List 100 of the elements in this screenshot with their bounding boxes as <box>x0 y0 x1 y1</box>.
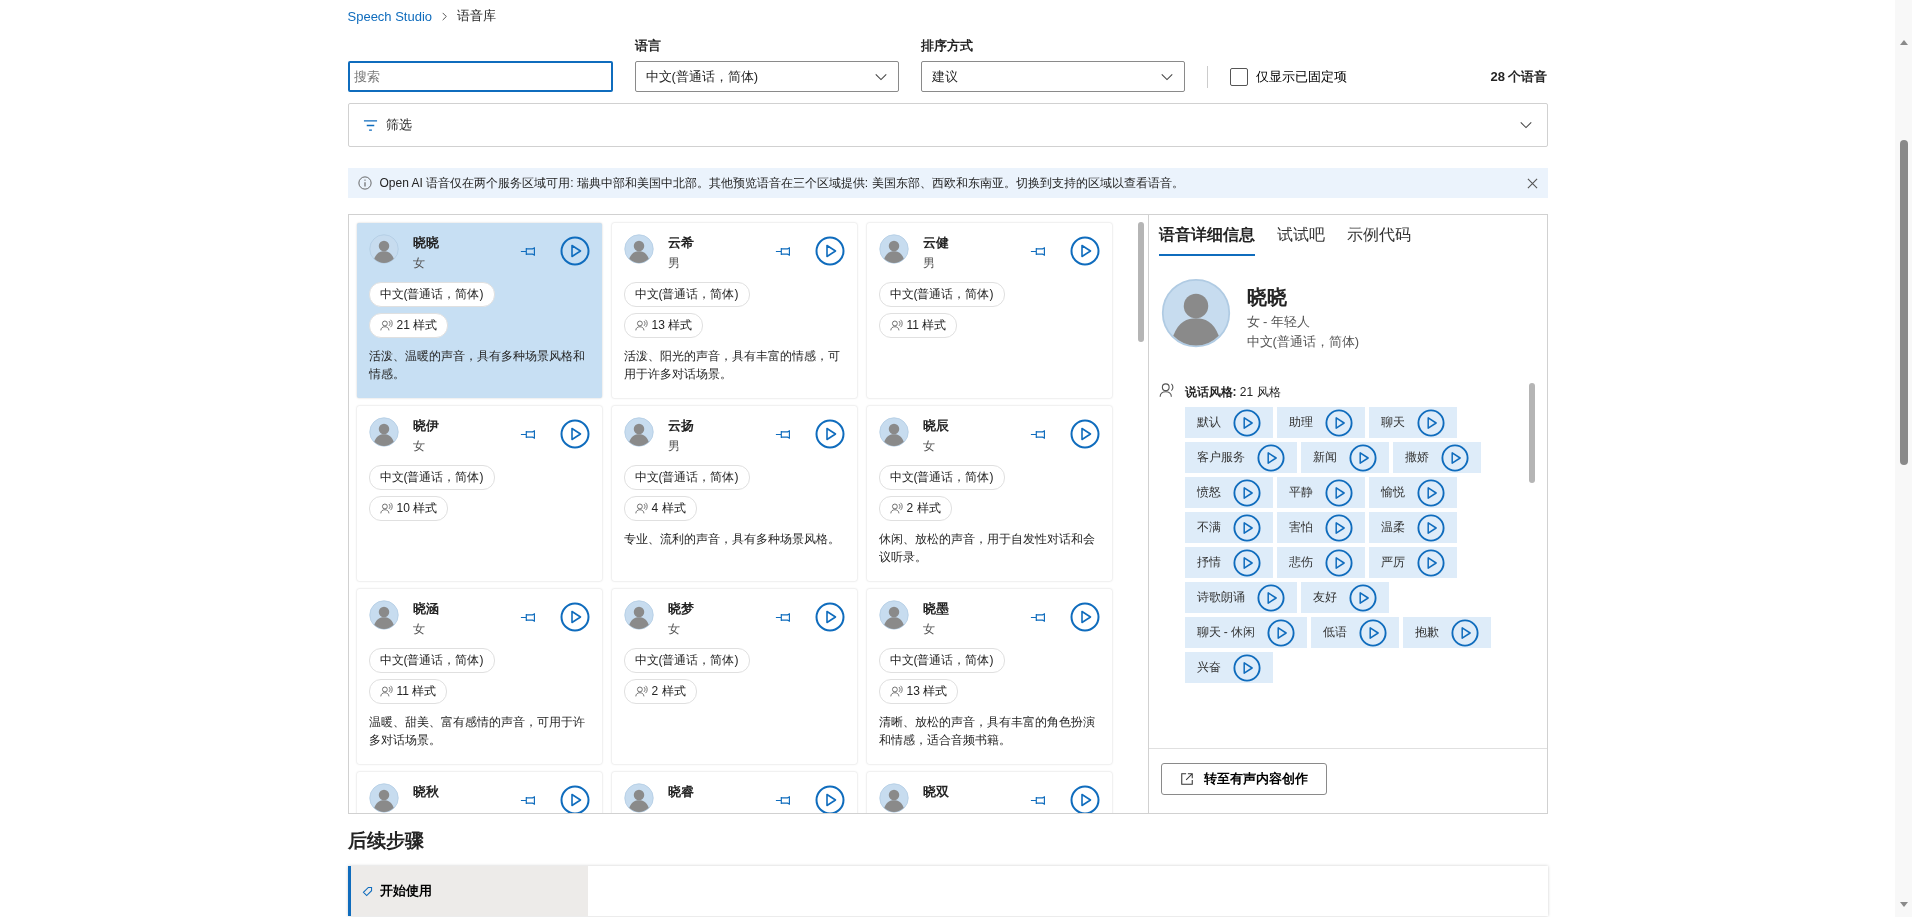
voice-name: 晓梦 <box>667 600 694 618</box>
pin-icon[interactable] <box>1029 246 1048 257</box>
pin-icon[interactable] <box>1029 429 1048 440</box>
voice-card[interactable]: 晓辰 女 中文(普通话，简体) 2 样式 休闲、放松的声音，用于自发性对话和会议听录。 <box>866 406 1112 581</box>
style-chip[interactable]: 害怕 <box>1276 512 1365 543</box>
voice-card[interactable]: 云希 男 中文(普通话，简体) 13 样式 活泼、阳光的声音，具有丰富的情感，可用于许多对话场景。 <box>611 223 857 398</box>
pin-icon[interactable] <box>774 612 793 623</box>
voice-card[interactable]: 晓双 <box>866 772 1112 813</box>
style-chip[interactable]: 愉悦 <box>1368 477 1457 508</box>
language-tag: 中文(普通话，简体) <box>368 465 495 490</box>
play-button[interactable] <box>1069 236 1100 266</box>
play-icon <box>1348 443 1377 472</box>
style-chip[interactable]: 聊天 - 休闲 <box>1184 617 1308 648</box>
style-chip[interactable]: 愤怒 <box>1184 477 1273 508</box>
voice-description: 活泼、温暖的声音，具有多种场景风格和情感。 <box>368 348 586 383</box>
style-chip[interactable]: 不满 <box>1184 512 1273 543</box>
pin-icon[interactable] <box>774 246 793 257</box>
play-button[interactable] <box>1069 785 1100 813</box>
pin-icon[interactable] <box>519 246 538 257</box>
avatar-icon <box>368 783 399 813</box>
play-button[interactable] <box>814 602 845 632</box>
pin-icon[interactable] <box>1029 795 1048 806</box>
styles-scrollbar[interactable] <box>1528 383 1535 483</box>
style-chip[interactable]: 助理 <box>1276 407 1365 438</box>
voice-card[interactable]: 晓睿 <box>611 772 857 813</box>
style-chip[interactable]: 抒情 <box>1184 547 1273 578</box>
create-content-button[interactable]: 转至有声内容创作 <box>1160 763 1327 795</box>
filter-panel[interactable]: 筛选 <box>347 103 1548 147</box>
pin-icon[interactable] <box>1029 612 1048 623</box>
style-chip[interactable]: 新闻 <box>1300 442 1389 473</box>
style-chip[interactable]: 抱歉 <box>1403 617 1492 648</box>
play-button[interactable] <box>559 236 590 266</box>
panel-tab[interactable]: 语音详细信息 <box>1158 225 1255 256</box>
voice-name: 云扬 <box>667 417 694 435</box>
style-chip[interactable]: 悲伤 <box>1276 547 1365 578</box>
avatar-icon <box>878 783 909 813</box>
voice-card[interactable]: 晓秋 <box>356 772 602 813</box>
language-dropdown[interactable]: 中文(普通话，简体) <box>634 61 899 92</box>
voice-name: 云健 <box>922 234 949 252</box>
voice-count: 28 个语音 <box>1490 68 1548 86</box>
voice-card[interactable]: 云扬 男 中文(普通话，简体) 4 样式 专业、流利的声音，具有多种场景风格。 <box>611 406 857 581</box>
avatar-icon <box>1160 278 1231 348</box>
steps-tab[interactable]: 开始使用 <box>347 866 588 916</box>
avatar-icon <box>878 234 909 264</box>
pin-icon[interactable] <box>774 429 793 440</box>
style-chip[interactable]: 诗歌朗诵 <box>1184 582 1297 613</box>
play-icon <box>1232 513 1261 542</box>
voice-card[interactable]: 晓梦 女 中文(普通话，简体) 2 样式 <box>611 589 857 764</box>
close-icon[interactable] <box>1526 177 1538 189</box>
voice-name: 晓秋 <box>412 783 439 801</box>
play-icon <box>1232 653 1261 682</box>
play-icon <box>1256 443 1285 472</box>
style-chip[interactable]: 默认 <box>1184 407 1273 438</box>
play-button[interactable] <box>559 419 590 449</box>
style-chip[interactable]: 聊天 <box>1368 407 1457 438</box>
search-field[interactable]: 搜索 <box>347 61 613 92</box>
play-button[interactable] <box>559 602 590 632</box>
pin-icon[interactable] <box>774 795 793 806</box>
voice-description: 活泼、阳光的声音，具有丰富的情感，可用于许多对话场景。 <box>623 348 841 383</box>
style-chip[interactable]: 平静 <box>1276 477 1365 508</box>
voice-name: 晓睿 <box>667 783 694 801</box>
panel-tab[interactable]: 试试吧 <box>1276 225 1325 256</box>
play-button[interactable] <box>814 419 845 449</box>
style-chip[interactable]: 客户服务 <box>1184 442 1297 473</box>
voice-card[interactable]: 晓伊 女 中文(普通话，简体) 10 样式 <box>356 406 602 581</box>
voice-card[interactable]: 晓涵 女 中文(普通话，简体) 11 样式 温暖、甜美、富有感情的声音，可用于许多对话场景。 <box>356 589 602 764</box>
style-chip[interactable]: 兴奋 <box>1184 652 1273 683</box>
voice-card[interactable]: 晓墨 女 中文(普通话，简体) 13 样式 清晰、放松的声音，具有丰富的角色扮演和情感，适合音频书籍。 <box>866 589 1112 764</box>
style-chip[interactable]: 温柔 <box>1368 512 1457 543</box>
style-chip[interactable]: 友好 <box>1300 582 1389 613</box>
cards-scrollbar[interactable] <box>1137 222 1144 342</box>
pin-icon[interactable] <box>519 795 538 806</box>
play-button[interactable] <box>1069 602 1100 632</box>
voice-card[interactable]: 云健 男 中文(普通话，简体) 11 样式 <box>866 223 1112 398</box>
styles-heading: 说话风格: 21 风格 <box>1184 384 1282 401</box>
language-tag: 中文(普通话，简体) <box>368 648 495 673</box>
avatar-icon <box>368 600 399 630</box>
play-icon <box>1416 408 1445 437</box>
style-chip[interactable]: 低语 <box>1311 617 1400 648</box>
avatar-icon <box>368 234 399 264</box>
style-chip[interactable]: 严厉 <box>1368 547 1457 578</box>
voice-card[interactable]: 晓晓 女 中文(普通话，简体) 21 样式 活泼、温暖的声音，具有多种场景风格和情感。 <box>356 223 602 398</box>
voice-gender-age: 女 - 年轻人 <box>1246 313 1312 331</box>
avatar-icon <box>623 417 654 447</box>
pin-icon[interactable] <box>519 429 538 440</box>
voice-gender: 男 <box>667 438 681 455</box>
styles-count: 11 样式 <box>906 317 947 334</box>
style-chip[interactable]: 撒娇 <box>1392 442 1481 473</box>
voice-name: 晓辰 <box>922 417 949 435</box>
breadcrumb-link[interactable]: Speech Studio <box>347 8 433 24</box>
play-button[interactable] <box>814 236 845 266</box>
sort-label: 排序方式 <box>920 37 974 55</box>
pinned-only-checkbox[interactable]: 仅显示已固定项 <box>1229 61 1347 92</box>
play-button[interactable] <box>1069 419 1100 449</box>
sort-dropdown[interactable]: 建议 <box>920 61 1185 92</box>
language-label: 语言 <box>634 37 662 55</box>
play-button[interactable] <box>814 785 845 813</box>
pin-icon[interactable] <box>519 612 538 623</box>
play-button[interactable] <box>559 785 590 813</box>
panel-tab[interactable]: 示例代码 <box>1346 225 1411 256</box>
